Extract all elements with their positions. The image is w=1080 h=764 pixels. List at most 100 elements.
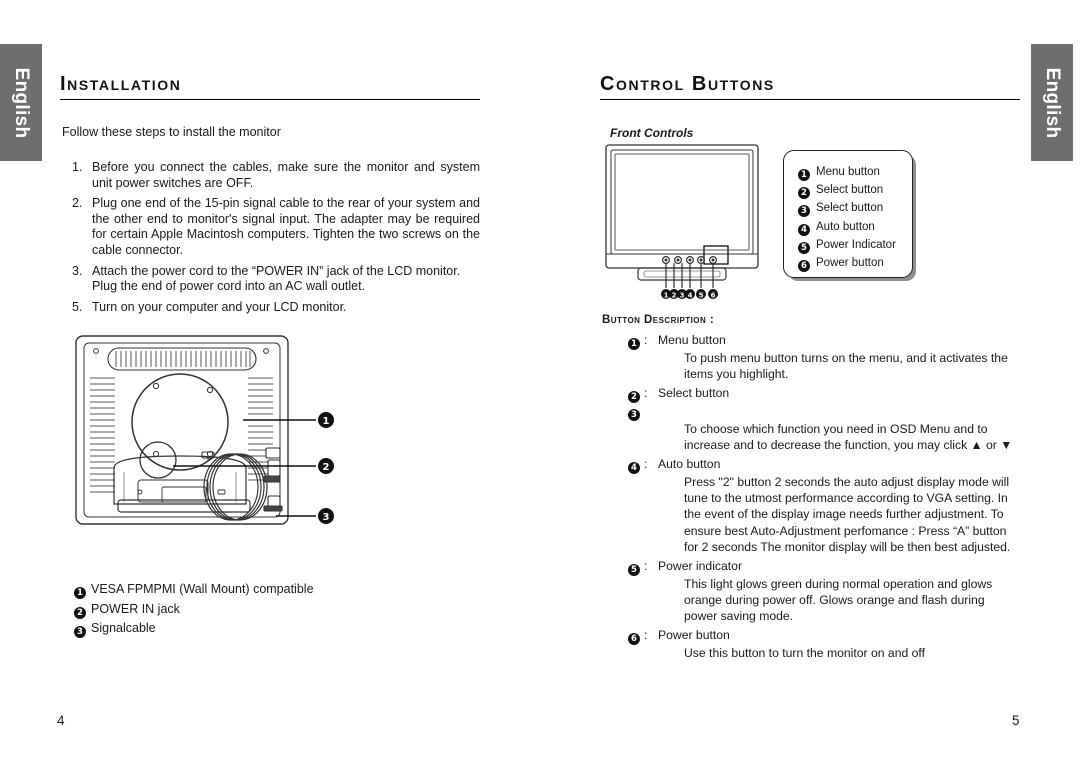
- right-page: Control Buttons Front Controls 1 2 3 4 5…: [600, 0, 1020, 764]
- description-label: Select button: [658, 385, 730, 400]
- colon-separator: :: [644, 333, 648, 347]
- svg-text:1: 1: [664, 292, 669, 300]
- description-body: To choose which function you need in OSD…: [684, 421, 1013, 453]
- list-item: 1. Before you connect the cables, make s…: [72, 160, 480, 191]
- front-controls-callout-box: 1 Menu button 2 Select button 3 Select butt…: [783, 150, 913, 278]
- legend-text: VESA FPMPMI (Wall Mount) compatible: [91, 582, 314, 596]
- page-number-right: 5: [1012, 713, 1020, 728]
- svg-text:3: 3: [680, 292, 685, 300]
- description-markers: 4: [602, 456, 644, 474]
- step-number: 2.: [72, 196, 83, 211]
- svg-text:2: 2: [323, 462, 330, 473]
- step-number: 3.: [72, 263, 83, 278]
- list-item: 23 : Select button To choose which funct…: [602, 385, 1020, 454]
- marker-bullet-6: 6: [628, 632, 640, 645]
- marker-bullet-4: 4: [628, 461, 640, 474]
- monitor-rear-view-diagram: 1 2 3: [68, 332, 368, 560]
- svg-text:2: 2: [672, 292, 677, 300]
- language-tab-right: English: [1031, 44, 1073, 161]
- front-button-markers: 1 2 3 4 5 6: [661, 289, 718, 300]
- colon-separator: :: [644, 558, 648, 573]
- marker-bullet-1: 1: [628, 338, 640, 350]
- rear-callout-1: 1: [318, 412, 334, 428]
- marker-bullet-1: 1: [798, 169, 810, 181]
- list-item: 2 POWER IN jack: [74, 600, 314, 620]
- marker-bullet-3: 3: [798, 205, 810, 218]
- list-item: 5 : Power indicator This light glows gre…: [602, 558, 1020, 625]
- step-text: Plug one end of the 15-pin signal cable …: [92, 196, 480, 257]
- rear-callout-3: 3: [318, 508, 334, 524]
- colon-separator: :: [644, 385, 648, 400]
- language-tab-left: English: [0, 44, 42, 161]
- list-item: 6 Power button: [798, 254, 912, 273]
- svg-text:6: 6: [711, 292, 716, 300]
- list-item: 4 Auto button: [798, 218, 912, 236]
- installation-steps: 1. Before you connect the cables, make s…: [72, 160, 480, 320]
- description-markers: 6: [602, 627, 644, 645]
- list-item: 5 Power Indicator: [798, 236, 912, 254]
- callout-label: Select button: [816, 202, 884, 215]
- left-page: Installation Follow these steps to insta…: [60, 0, 480, 764]
- description-body: To push menu button turns on the menu, a…: [684, 351, 1008, 382]
- legend-text: Signalcable: [91, 621, 156, 635]
- list-item: 1 Menu button: [798, 163, 912, 181]
- marker-bullet-2: 2: [74, 606, 86, 619]
- monitor-front-view-diagram: 1 2 3 4 5 6: [600, 142, 780, 307]
- front-controls-subheading: Front Controls: [610, 126, 694, 140]
- callout-label: Select button: [816, 184, 884, 197]
- marker-bullet-3: 3: [74, 626, 86, 638]
- step-text: Attach the power cord to the “POWER IN” …: [92, 263, 461, 294]
- svg-text:5: 5: [699, 292, 704, 300]
- description-label: Power indicator: [658, 558, 742, 573]
- rear-diagram-legend: 1 VESA FPMPMI (Wall Mount) compatible 2 PO…: [74, 580, 314, 639]
- description-markers: 1: [602, 332, 644, 350]
- list-item: 3. Attach the power cord to the “POWER I…: [72, 264, 480, 295]
- description-markers: 23: [602, 385, 644, 421]
- colon-separator: :: [644, 627, 648, 642]
- installation-intro: Follow these steps to install the monito…: [62, 125, 281, 139]
- marker-bullet-5: 5: [628, 563, 640, 576]
- marker-bullet-2: 2: [798, 187, 810, 200]
- marker-bullet-4: 4: [798, 223, 810, 236]
- step-text: Turn on your computer and your LCD monit…: [92, 299, 347, 314]
- monitor-rear-view-svg: 1 2 3: [75, 335, 334, 525]
- list-item: 1 : Menu button To push menu button turn…: [602, 332, 1020, 383]
- list-item: 2 Select button: [798, 181, 912, 200]
- list-item: 2. Plug one end of the 15-pin signal cab…: [72, 196, 480, 258]
- description-body: This light glows green during normal ope…: [684, 576, 993, 624]
- description-markers: 5: [602, 558, 644, 576]
- page-title-installation: Installation: [60, 73, 182, 95]
- marker-bullet-2: 2: [628, 390, 640, 403]
- description-body: Use this button to turn the monitor on a…: [684, 645, 925, 660]
- marker-bullet-1: 1: [74, 587, 86, 599]
- marker-bullet-6: 6: [798, 260, 810, 273]
- heading-rule: [600, 99, 1020, 100]
- installation-section-header: Installation: [60, 74, 480, 100]
- heading-rule: [60, 99, 480, 100]
- callout-label: Auto button: [816, 220, 875, 233]
- svg-text:3: 3: [323, 512, 330, 523]
- language-tab-right-label: English: [1042, 67, 1063, 138]
- list-item: 1 VESA FPMPMI (Wall Mount) compatible: [74, 580, 314, 600]
- step-text: Before you connect the cables, make sure…: [92, 160, 480, 190]
- step-number: 1.: [72, 160, 83, 174]
- colon-separator: :: [644, 456, 648, 471]
- list-item: 3 Signalcable: [74, 619, 314, 639]
- list-item: 3 Select button: [798, 199, 912, 218]
- description-body: Press "2" button 2 seconds the auto adju…: [684, 474, 1011, 555]
- language-tab-left-label: English: [11, 67, 32, 138]
- list-item: 5. Turn on your computer and your LCD mo…: [72, 300, 480, 316]
- description-label: Auto button: [658, 456, 721, 471]
- svg-text:1: 1: [323, 416, 330, 427]
- description-label: Menu button: [658, 333, 726, 347]
- list-item: 4 : Auto button Press "2" button 2 secon…: [602, 456, 1020, 556]
- svg-text:4: 4: [688, 292, 693, 300]
- marker-bullet-3: 3: [628, 408, 640, 421]
- page-title-control-buttons: Control Buttons: [600, 73, 775, 95]
- monitor-front-view-svg: 1 2 3 4 5 6: [605, 144, 759, 300]
- step-number: 5.: [72, 299, 83, 314]
- control-buttons-section-header: Control Buttons: [600, 74, 1020, 100]
- callout-label: Menu button: [816, 166, 880, 178]
- list-item: 6 : Power button Use this button to turn…: [602, 627, 1020, 661]
- page-number-left: 4: [57, 713, 65, 728]
